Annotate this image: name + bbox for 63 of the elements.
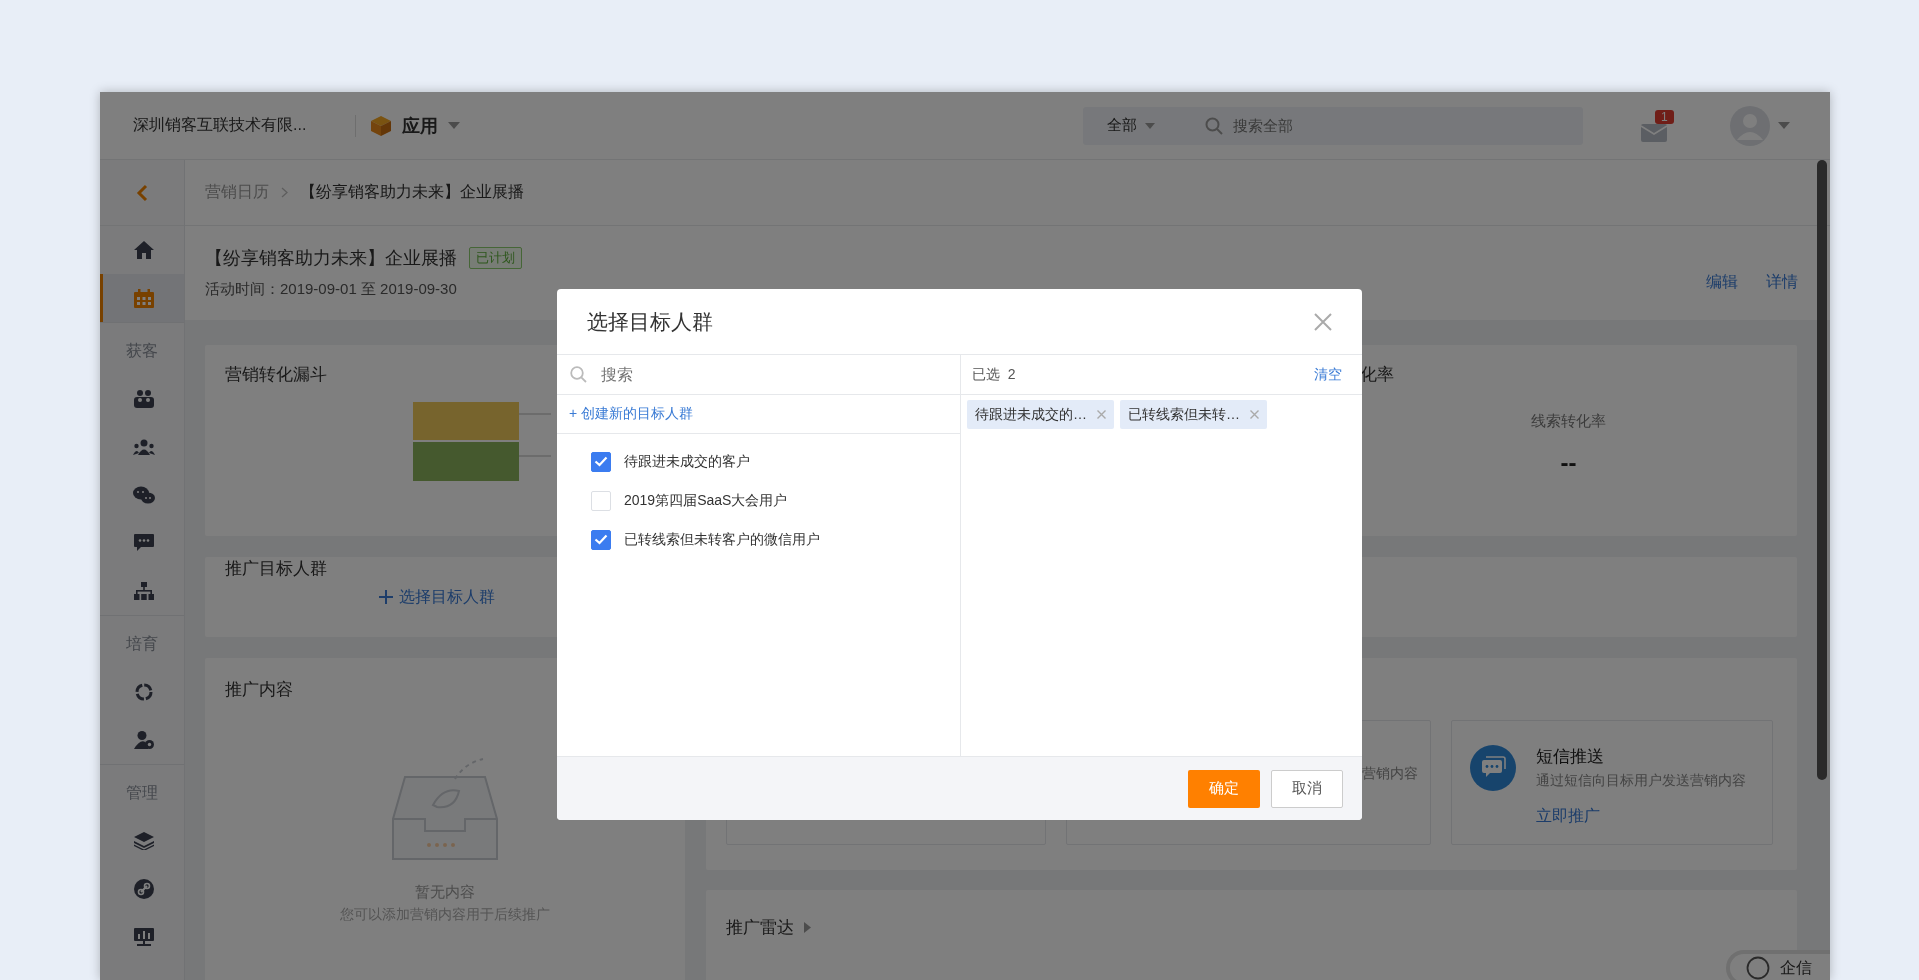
clear-link[interactable]: 清空 [1314,365,1342,384]
dialog-title: 选择目标人群 [587,308,713,335]
plus-icon [379,590,393,604]
hierarchy-icon [133,582,154,600]
search-icon [570,366,587,383]
presentation-board-icon [133,928,154,946]
scope-dropdown[interactable]: 全部 [1107,116,1137,135]
select-audience-link[interactable]: 选择目标人群 [399,586,495,608]
activity-time: 活动时间：2019-09-01 至 2019-09-30 [205,280,458,299]
create-audience-link[interactable]: + 创建新的目标人群 [569,405,694,423]
checkbox[interactable] [591,451,611,472]
chat-button[interactable]: 企信 [1726,950,1830,980]
option-label[interactable]: 待跟进未成交的客户 [624,452,750,471]
cycle-icon [133,682,154,702]
link-icon [133,879,154,899]
mail-button[interactable]: 1 [1641,109,1677,142]
cancel-button[interactable]: 取消 [1271,769,1343,808]
layers-icon [133,832,154,850]
search-icon [1205,116,1223,135]
chevron-right-icon [281,187,288,198]
caret-icon [1145,122,1155,129]
card-title: 推广目标人群 [225,558,327,580]
chat-bubbles-icon [132,485,155,505]
action-link[interactable]: 编辑 [1706,272,1738,320]
box-icon [370,114,392,137]
confirm-button[interactable]: 确定 [1188,769,1260,808]
sms-chat-icon [1470,745,1516,791]
card-title: 推广雷达 [726,917,794,939]
notification-badge: 1 [1655,109,1674,124]
status-tag: 已计划 [469,247,522,269]
breadcrumb-current: 【纷享销客助力未来】企业展播 [300,182,524,202]
app-menu[interactable]: 应用 [402,113,438,138]
action-link[interactable]: 详情 [1766,272,1798,320]
channel-description: 通过短信向目标用户发送营销内容 [1536,772,1746,790]
caret-icon [1778,121,1790,130]
selected-tag: 待跟进未成交的… [967,400,1114,429]
promote-link[interactable]: 立即推广 [1536,806,1746,827]
card-title: 营销转化漏斗 [225,364,327,386]
metric-label: 线索转化率 [1531,412,1606,431]
option-label[interactable]: 已转线索但未转客户的微信用户 [624,530,820,549]
home-icon [133,241,154,259]
calendar-icon [133,288,154,308]
option-label[interactable]: 2019第四届SaaS大会用户 [624,491,788,510]
triangle-right-icon[interactable] [804,922,811,933]
card-title: 推广内容 [225,679,293,701]
close-icon[interactable] [1314,312,1332,331]
caret-icon [448,121,460,130]
checkbox[interactable] [591,529,611,550]
channel-description: 营销内容 [1362,765,1418,783]
activity-title: 【纷享销客助力未来】企业展播 [205,247,457,270]
message-icon [133,534,154,552]
global-search[interactable]: 全部 搜索全部 [1083,106,1583,145]
selected-tag: 已转线索但未转… [1120,400,1267,429]
scrollbar-thumb[interactable] [1817,160,1827,780]
user-gear-icon [133,731,154,749]
metric-value: -- [1560,449,1577,477]
channel-title: 短信推送 [1536,746,1605,768]
selected-count: 已选 2 [972,365,1016,384]
envelope-icon [1641,121,1669,142]
people-icon [133,390,154,408]
card-title: 化率 [1360,365,1394,384]
team-icon [132,439,155,455]
company-name[interactable]: 深圳销客互联技术有限... [133,115,343,136]
